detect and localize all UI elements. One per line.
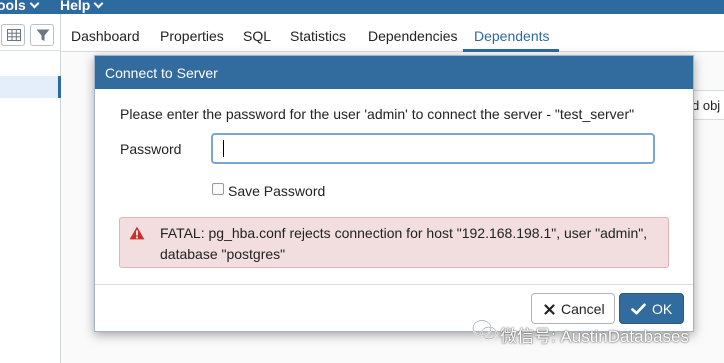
- warning-triangle-icon: [129, 226, 145, 240]
- menu-help[interactable]: Help: [60, 0, 104, 14]
- text-caret: [223, 140, 224, 157]
- password-field[interactable]: [211, 133, 655, 164]
- watermark-text: 微信号: AustinDatabases: [500, 327, 689, 346]
- dialog-footer-divider: [95, 284, 693, 285]
- password-prompt: Please enter the password for the user '…: [120, 106, 635, 122]
- tab-dependents[interactable]: Dependents: [474, 28, 550, 44]
- wechat-icon: [472, 319, 498, 340]
- dependents-header-text: d obj: [692, 98, 721, 113]
- tab-dashboard[interactable]: Dashboard: [71, 28, 140, 44]
- chevron-down-icon: [93, 0, 104, 9]
- save-password-label[interactable]: Save Password: [228, 183, 325, 199]
- object-browser: [0, 14, 61, 363]
- password-label: Password: [120, 141, 182, 157]
- error-alert: FATAL: pg_hba.conf rejects connection fo…: [119, 217, 669, 268]
- toolbar-divider: [0, 50, 61, 51]
- menu-tools[interactable]: ools: [0, 0, 40, 14]
- dialog-header: Connect to Server: [95, 56, 693, 89]
- ok-label: OK: [652, 301, 673, 317]
- tab-sql[interactable]: SQL: [243, 28, 271, 44]
- tab-properties[interactable]: Properties: [160, 28, 224, 44]
- grid-icon: [7, 29, 21, 41]
- filter-button[interactable]: [30, 24, 54, 46]
- connect-dialog: Connect to Server Please enter the passw…: [94, 55, 694, 332]
- panel-tab-bar: Dashboard Properties SQL Statistics Depe…: [61, 14, 724, 52]
- error-message: FATAL: pg_hba.conf rejects connection fo…: [160, 225, 648, 262]
- tab-statistics[interactable]: Statistics: [290, 28, 346, 44]
- tab-dependencies[interactable]: Dependencies: [368, 28, 458, 44]
- close-icon: [544, 304, 555, 315]
- check-icon: [631, 303, 646, 315]
- dependents-grid-header: d obj: [690, 90, 724, 120]
- save-password-checkbox[interactable]: [212, 183, 224, 195]
- menu-help-label: Help: [60, 0, 91, 13]
- cancel-label: Cancel: [561, 301, 605, 317]
- cancel-button[interactable]: Cancel: [531, 293, 615, 324]
- filter-icon: [36, 29, 50, 41]
- top-navbar: ools Help: [0, 0, 724, 14]
- ok-button[interactable]: OK: [619, 293, 684, 324]
- menu-tools-label: ools: [0, 0, 26, 13]
- chevron-down-icon: [29, 0, 40, 9]
- tree-item-selected[interactable]: [0, 76, 61, 98]
- dialog-title: Connect to Server: [105, 65, 218, 81]
- grid-view-button[interactable]: [1, 24, 25, 46]
